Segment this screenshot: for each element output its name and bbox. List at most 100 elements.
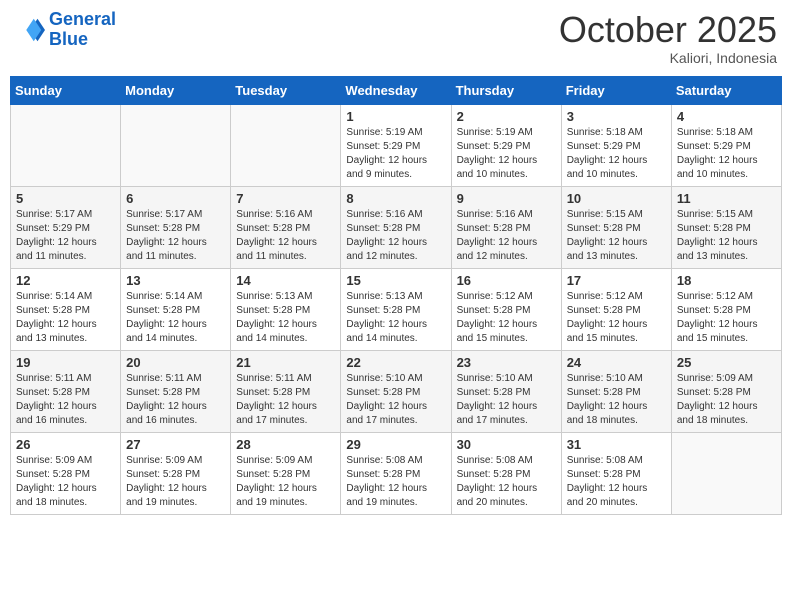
day-number: 25: [677, 355, 776, 370]
day-info: Sunrise: 5:09 AM Sunset: 5:28 PM Dayligh…: [16, 454, 115, 510]
day-info: Sunrise: 5:16 AM Sunset: 5:28 PM Dayligh…: [346, 208, 445, 264]
calendar-cell: 16 Sunrise: 5:12 AM Sunset: 5:28 PM Dayli…: [451, 268, 561, 350]
day-info: Sunrise: 5:10 AM Sunset: 5:28 PM Dayligh…: [346, 372, 445, 428]
day-number: 31: [567, 437, 666, 452]
calendar-week-5: 26 Sunrise: 5:09 AM Sunset: 5:28 PM Dayli…: [11, 432, 782, 514]
calendar-cell: [11, 104, 121, 186]
calendar-cell: 2 Sunrise: 5:19 AM Sunset: 5:29 PM Daylig…: [451, 104, 561, 186]
col-header-monday: Monday: [121, 76, 231, 104]
logo-text: General Blue: [49, 10, 116, 50]
calendar-cell: [121, 104, 231, 186]
day-info: Sunrise: 5:13 AM Sunset: 5:28 PM Dayligh…: [236, 290, 335, 346]
day-number: 7: [236, 191, 335, 206]
calendar-cell: 3 Sunrise: 5:18 AM Sunset: 5:29 PM Daylig…: [561, 104, 671, 186]
day-info: Sunrise: 5:17 AM Sunset: 5:29 PM Dayligh…: [16, 208, 115, 264]
day-info: Sunrise: 5:12 AM Sunset: 5:28 PM Dayligh…: [677, 290, 776, 346]
day-number: 30: [457, 437, 556, 452]
day-number: 16: [457, 273, 556, 288]
day-info: Sunrise: 5:13 AM Sunset: 5:28 PM Dayligh…: [346, 290, 445, 346]
day-number: 29: [346, 437, 445, 452]
calendar-cell: 17Sunrise: 5:12 AM Sunset: 5:28 PM Dayli…: [561, 268, 671, 350]
day-info: Sunrise: 5:11 AM Sunset: 5:28 PM Dayligh…: [16, 372, 115, 428]
calendar-week-3: 12 Sunrise: 5:14 AM Sunset: 5:28 PM Dayli…: [11, 268, 782, 350]
day-info: Sunrise: 5:09 AM Sunset: 5:28 PM Dayligh…: [236, 454, 335, 510]
calendar-cell: 4Sunrise: 5:18 AM Sunset: 5:29 PM Daylig…: [671, 104, 781, 186]
location-subtitle: Kaliori, Indonesia: [559, 50, 777, 66]
calendar-cell: 21Sunrise: 5:11 AM Sunset: 5:28 PM Dayli…: [231, 350, 341, 432]
day-number: 20: [126, 355, 225, 370]
calendar-cell: 12 Sunrise: 5:14 AM Sunset: 5:28 PM Dayli…: [11, 268, 121, 350]
day-number: 12: [16, 273, 115, 288]
calendar-cell: 25 Sunrise: 5:09 AM Sunset: 5:28 PM Dayli…: [671, 350, 781, 432]
day-number: 26: [16, 437, 115, 452]
day-number: 11: [677, 191, 776, 206]
calendar-cell: 19 Sunrise: 5:11 AM Sunset: 5:28 PM Dayli…: [11, 350, 121, 432]
day-number: 2: [457, 109, 556, 124]
title-area: October 2025 Kaliori, Indonesia: [559, 10, 777, 66]
day-number: 22: [346, 355, 445, 370]
calendar-cell: 28 Sunrise: 5:09 AM Sunset: 5:28 PM Dayli…: [231, 432, 341, 514]
day-info: Sunrise: 5:16 AM Sunset: 5:28 PM Dayligh…: [236, 208, 335, 264]
day-info: Sunrise: 5:14 AM Sunset: 5:28 PM Dayligh…: [16, 290, 115, 346]
day-info: Sunrise: 5:15 AM Sunset: 5:28 PM Dayligh…: [567, 208, 666, 264]
day-number: 1: [346, 109, 445, 124]
day-info: Sunrise: 5:14 AM Sunset: 5:28 PM Dayligh…: [126, 290, 225, 346]
calendar-cell: 7 Sunrise: 5:16 AM Sunset: 5:28 PM Daylig…: [231, 186, 341, 268]
day-number: 24: [567, 355, 666, 370]
calendar-cell: 30 Sunrise: 5:08 AM Sunset: 5:28 PM Dayli…: [451, 432, 561, 514]
day-info: Sunrise: 5:11 AM Sunset: 5:28 PM Dayligh…: [126, 372, 225, 428]
day-number: 8: [346, 191, 445, 206]
col-header-thursday: Thursday: [451, 76, 561, 104]
calendar-cell: 23Sunrise: 5:10 AM Sunset: 5:28 PM Dayli…: [451, 350, 561, 432]
col-header-sunday: Sunday: [11, 76, 121, 104]
calendar-cell: 9Sunrise: 5:16 AM Sunset: 5:28 PM Daylig…: [451, 186, 561, 268]
col-header-friday: Friday: [561, 76, 671, 104]
calendar-cell: 27Sunrise: 5:09 AM Sunset: 5:28 PM Dayli…: [121, 432, 231, 514]
calendar-cell: 15 Sunrise: 5:13 AM Sunset: 5:28 PM Dayli…: [341, 268, 451, 350]
day-number: 14: [236, 273, 335, 288]
day-info: Sunrise: 5:12 AM Sunset: 5:28 PM Dayligh…: [457, 290, 556, 346]
day-number: 28: [236, 437, 335, 452]
col-header-tuesday: Tuesday: [231, 76, 341, 104]
logo: General Blue: [15, 10, 116, 50]
col-header-wednesday: Wednesday: [341, 76, 451, 104]
day-info: Sunrise: 5:17 AM Sunset: 5:28 PM Dayligh…: [126, 208, 225, 264]
calendar-cell: 22 Sunrise: 5:10 AM Sunset: 5:28 PM Dayli…: [341, 350, 451, 432]
calendar-cell: 1 Sunrise: 5:19 AM Sunset: 5:29 PM Daylig…: [341, 104, 451, 186]
day-info: Sunrise: 5:09 AM Sunset: 5:28 PM Dayligh…: [126, 454, 225, 510]
day-number: 18: [677, 273, 776, 288]
calendar-cell: 10 Sunrise: 5:15 AM Sunset: 5:28 PM Dayli…: [561, 186, 671, 268]
calendar-cell: 29Sunrise: 5:08 AM Sunset: 5:28 PM Dayli…: [341, 432, 451, 514]
day-number: 9: [457, 191, 556, 206]
month-title: October 2025: [559, 10, 777, 50]
day-info: Sunrise: 5:15 AM Sunset: 5:28 PM Dayligh…: [677, 208, 776, 264]
day-number: 15: [346, 273, 445, 288]
day-info: Sunrise: 5:10 AM Sunset: 5:28 PM Dayligh…: [567, 372, 666, 428]
day-info: Sunrise: 5:19 AM Sunset: 5:29 PM Dayligh…: [457, 126, 556, 182]
day-info: Sunrise: 5:11 AM Sunset: 5:28 PM Dayligh…: [236, 372, 335, 428]
calendar-cell: [231, 104, 341, 186]
calendar-cell: 31 Sunrise: 5:08 AM Sunset: 5:28 PM Dayli…: [561, 432, 671, 514]
day-number: 19: [16, 355, 115, 370]
calendar-header-row: SundayMondayTuesdayWednesdayThursdayFrid…: [11, 76, 782, 104]
day-number: 4: [677, 109, 776, 124]
calendar-cell: 11 Sunrise: 5:15 AM Sunset: 5:28 PM Dayli…: [671, 186, 781, 268]
calendar-cell: 8 Sunrise: 5:16 AM Sunset: 5:28 PM Daylig…: [341, 186, 451, 268]
day-number: 5: [16, 191, 115, 206]
day-info: Sunrise: 5:09 AM Sunset: 5:28 PM Dayligh…: [677, 372, 776, 428]
calendar-cell: [671, 432, 781, 514]
day-info: Sunrise: 5:19 AM Sunset: 5:29 PM Dayligh…: [346, 126, 445, 182]
day-info: Sunrise: 5:18 AM Sunset: 5:29 PM Dayligh…: [567, 126, 666, 182]
day-number: 17: [567, 273, 666, 288]
day-info: Sunrise: 5:08 AM Sunset: 5:28 PM Dayligh…: [457, 454, 556, 510]
calendar-cell: 26 Sunrise: 5:09 AM Sunset: 5:28 PM Dayli…: [11, 432, 121, 514]
col-header-saturday: Saturday: [671, 76, 781, 104]
day-number: 10: [567, 191, 666, 206]
calendar-cell: 18 Sunrise: 5:12 AM Sunset: 5:28 PM Dayli…: [671, 268, 781, 350]
calendar-cell: 20 Sunrise: 5:11 AM Sunset: 5:28 PM Dayli…: [121, 350, 231, 432]
calendar-table: SundayMondayTuesdayWednesdayThursdayFrid…: [10, 76, 782, 515]
day-number: 13: [126, 273, 225, 288]
day-info: Sunrise: 5:08 AM Sunset: 5:28 PM Dayligh…: [567, 454, 666, 510]
day-number: 3: [567, 109, 666, 124]
day-number: 23: [457, 355, 556, 370]
